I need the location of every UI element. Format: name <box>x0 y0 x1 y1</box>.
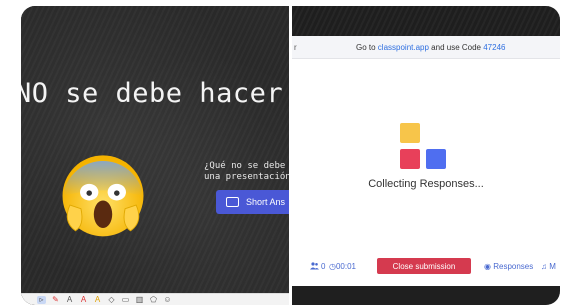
laser-icon[interactable]: ✎ <box>51 295 60 304</box>
chart-icon[interactable]: ▥ <box>135 295 144 304</box>
logo-square-red <box>400 149 420 169</box>
clock-icon: ◷ <box>329 261 336 271</box>
responses-label: Responses <box>493 261 534 271</box>
classpoint-window: r Go to classpoint.app and use Code 4724… <box>292 6 560 305</box>
chat-bubble-icon <box>226 193 239 207</box>
eye-icon: ◉ <box>484 261 491 271</box>
pointer-icon[interactable]: ▹ <box>37 295 46 304</box>
responses-toggle[interactable]: ◉ Responses <box>484 262 533 271</box>
highlighter-icon[interactable]: A <box>79 295 88 304</box>
screenshot-frame: NO se debe hacer! ¿Qué no se debe h una … <box>21 6 560 305</box>
logo-square-blue <box>426 149 446 169</box>
short-answer-label: Short Ans <box>246 197 286 207</box>
short-answer-button[interactable]: Short Ans <box>216 190 289 214</box>
join-code-bar: r Go to classpoint.app and use Code 4724… <box>292 36 560 59</box>
classpoint-logo <box>400 123 448 171</box>
text-icon[interactable]: A <box>93 295 102 304</box>
presentation-slide: NO se debe hacer! ¿Qué no se debe h una … <box>21 6 289 305</box>
slide-question: ¿Qué no se debe h una presentación d <box>204 161 289 183</box>
close-submission-button[interactable]: Close submission <box>377 258 471 274</box>
timer: ◷00:01 <box>329 262 356 271</box>
slideshow-toolbar: ▹ ✎ A A A ◇ ▭ ▥ ⬠ ☺ <box>21 293 289 305</box>
participant-count: 0 <box>310 262 325 271</box>
slide-question-line: ¿Qué no se debe h <box>204 161 289 171</box>
submission-footer: 0 ◷00:01 Close submission ◉ Responses ♫ … <box>292 256 560 276</box>
join-instructions: Go to classpoint.app and use Code 47246 <box>356 43 505 52</box>
music-label: M <box>549 261 556 271</box>
more-icon[interactable]: ☺ <box>163 295 172 304</box>
collecting-status: Collecting Responses... <box>368 178 484 190</box>
join-mid: and use Code <box>428 42 484 52</box>
pen-icon[interactable]: A <box>65 295 74 304</box>
music-note-icon: ♫ <box>541 261 547 271</box>
eraser-icon[interactable]: ◇ <box>107 295 116 304</box>
window-bottom-strip <box>292 286 560 305</box>
classpoint-link[interactable]: classpoint.app <box>378 43 429 52</box>
people-icon <box>310 262 319 270</box>
music-toggle[interactable]: ♫ M <box>541 262 556 271</box>
join-prefix: Go to <box>356 42 378 52</box>
shapes-icon[interactable]: ⬠ <box>149 295 158 304</box>
codebar-edge-text: r <box>294 42 297 52</box>
slide-title: NO se debe hacer! <box>21 78 289 109</box>
whiteboard-icon[interactable]: ▭ <box>121 295 130 304</box>
logo-square-yellow <box>400 123 420 143</box>
window-top-strip <box>292 6 560 36</box>
slide-question-line: una presentación d <box>204 172 289 182</box>
timer-value: 00:01 <box>335 261 357 271</box>
participant-count-value: 0 <box>321 261 326 271</box>
class-code: 47246 <box>483 42 506 52</box>
screaming-face-emoji <box>62 155 144 237</box>
